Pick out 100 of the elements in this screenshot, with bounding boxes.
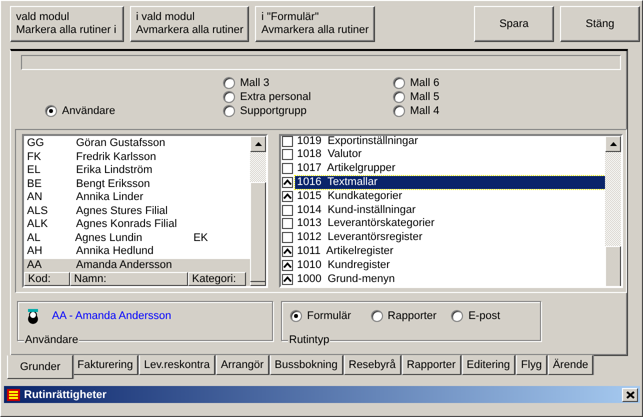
user-row[interactable]: ALK Agnes Konrads Filial <box>24 218 250 232</box>
radio-label: Supportgrupp <box>240 105 307 117</box>
checkbox[interactable] <box>282 149 293 160</box>
user-row[interactable]: AH Annika Hedlund <box>24 245 250 258</box>
radio-label: Mall 3 <box>240 77 270 89</box>
up-arrow-icon <box>254 142 262 146</box>
radio-button[interactable] <box>223 77 235 89</box>
tab[interactable]: Lev.reskontra <box>139 355 215 375</box>
radio-button[interactable] <box>223 105 235 117</box>
radio-button[interactable] <box>393 77 405 89</box>
tab[interactable]: Editering <box>462 355 516 375</box>
radio-label: Mall 5 <box>410 91 440 103</box>
user-row[interactable]: AN Annika Linder <box>24 191 250 204</box>
radio-label: E-post <box>468 310 500 322</box>
tab[interactable]: Arrangör <box>216 355 269 375</box>
checkbox[interactable] <box>282 163 293 174</box>
radio-button[interactable] <box>290 310 302 322</box>
routine-item[interactable]: 1014 Kund-inställningar <box>295 204 418 217</box>
action-button[interactable]: i vald modul Avmarkera alla rutiner <box>130 6 250 42</box>
tab[interactable]: Ärende <box>548 355 594 375</box>
window-title: Rutinrättigheter <box>24 388 108 400</box>
radio-button[interactable] <box>393 91 405 103</box>
radio-button[interactable] <box>223 91 235 103</box>
user-row[interactable]: ALS Agnes Stures Filial <box>24 204 250 218</box>
user-row[interactable]: FK Fredrik Karlsson <box>24 150 250 164</box>
radio-label: Användare <box>62 105 116 117</box>
user-name: Agnes Lundin <box>74 232 144 245</box>
radio-button[interactable] <box>393 105 405 117</box>
checkbox[interactable] <box>282 190 293 202</box>
checkbox[interactable] <box>282 177 293 188</box>
routine-item[interactable]: 1016 Textmallar <box>295 176 605 190</box>
routine-item[interactable]: 1012 Leverantörsregister <box>295 231 424 244</box>
user-name: Fredrik Karlsson <box>75 150 158 164</box>
routine-item[interactable]: 1013 Leverantörskategorier <box>295 217 437 230</box>
user-name: Göran Gustafsson <box>75 137 166 150</box>
user-code: AL <box>26 232 42 245</box>
routine-item[interactable]: 1011 Artikelregister <box>295 245 396 258</box>
user-name: Bengt Eriksson <box>75 178 151 191</box>
user-name: Amanda Andersson <box>75 258 174 272</box>
radio-label: Extra personal <box>240 91 311 103</box>
user-row[interactable]: AL Agnes Lundin EK <box>24 232 250 245</box>
user-code: FK <box>26 150 42 164</box>
tab[interactable]: Grunder <box>7 355 74 379</box>
user-name: Annika Hedlund <box>75 245 155 258</box>
radio-button[interactable] <box>451 310 464 322</box>
user-code: BE <box>26 178 43 191</box>
routine-item[interactable]: 1010 Kundregister <box>295 258 392 272</box>
user-code: ALS <box>26 204 49 218</box>
column-header[interactable]: Namn: <box>70 272 188 286</box>
radio-button[interactable] <box>45 105 57 117</box>
checkbox[interactable] <box>282 232 293 244</box>
input-field[interactable] <box>21 55 621 70</box>
column-header[interactable]: Kod: <box>24 272 70 286</box>
checkbox[interactable] <box>282 136 293 147</box>
action-button[interactable]: Stäng <box>560 6 640 42</box>
column-header[interactable]: Kategori: <box>188 272 246 286</box>
user-row[interactable]: EL Erika Lindström <box>24 164 250 178</box>
close-button[interactable] <box>622 388 638 402</box>
tab[interactable]: Rapporter <box>402 355 461 375</box>
user-row[interactable]: AA Amanda Andersson <box>24 258 250 272</box>
user-code: AH <box>26 245 44 258</box>
checkbox[interactable] <box>282 204 293 216</box>
action-button[interactable]: Spara <box>474 6 554 42</box>
radio-label: Mall 6 <box>410 77 440 89</box>
radio-button[interactable] <box>370 310 383 322</box>
routine-item[interactable]: 1018 Valutor <box>295 148 364 162</box>
user-code: AA <box>26 258 43 272</box>
tab[interactable]: Flyg <box>516 355 547 375</box>
routine-item[interactable]: 1019 Exportinställningar <box>295 136 420 148</box>
radio-label: Mall 4 <box>410 105 440 117</box>
user-row[interactable]: BE Bengt Eriksson <box>24 178 250 191</box>
user-code: ALK <box>26 218 49 232</box>
routine-item[interactable]: 1015 Kundkategorier <box>295 190 404 203</box>
user-name: Agnes Konrads Filial <box>75 218 178 232</box>
user-code: AN <box>26 191 44 204</box>
tab[interactable]: Fakturering <box>72 355 138 375</box>
radio-label: Rapporter <box>388 310 437 322</box>
scrollbar[interactable] <box>250 136 266 286</box>
close-icon <box>626 390 634 398</box>
radio-label: Formulär <box>307 310 352 322</box>
checkbox[interactable] <box>282 274 293 285</box>
scrollbar[interactable] <box>605 136 621 286</box>
routine-item[interactable]: 1017 Artikelgrupper <box>295 162 398 176</box>
action-button[interactable]: vald modul Markera alla rutiner i <box>10 6 124 42</box>
routine-item[interactable]: 1000 Grund-menyn <box>295 272 397 286</box>
tab[interactable]: Resebyrå <box>344 355 401 375</box>
user-name: Erika Lindström <box>75 164 154 178</box>
app-icon <box>6 388 21 402</box>
user-name: Annika Linder <box>75 191 144 204</box>
user-row[interactable]: GG Göran Gustafsson <box>24 137 250 150</box>
user-code: GG <box>26 137 46 150</box>
checkbox[interactable] <box>282 246 293 257</box>
action-button[interactable]: i "Formulär" Avmarkera alla rutiner <box>255 6 375 42</box>
checkbox[interactable] <box>282 260 293 271</box>
tab[interactable]: Bussbokning <box>270 355 343 375</box>
current-user: AA - Amanda Andersson <box>52 310 172 322</box>
checkbox[interactable] <box>282 218 293 230</box>
user-category: EK <box>192 232 209 245</box>
user-name: Agnes Stures Filial <box>75 204 169 218</box>
up-arrow-icon <box>610 142 616 146</box>
